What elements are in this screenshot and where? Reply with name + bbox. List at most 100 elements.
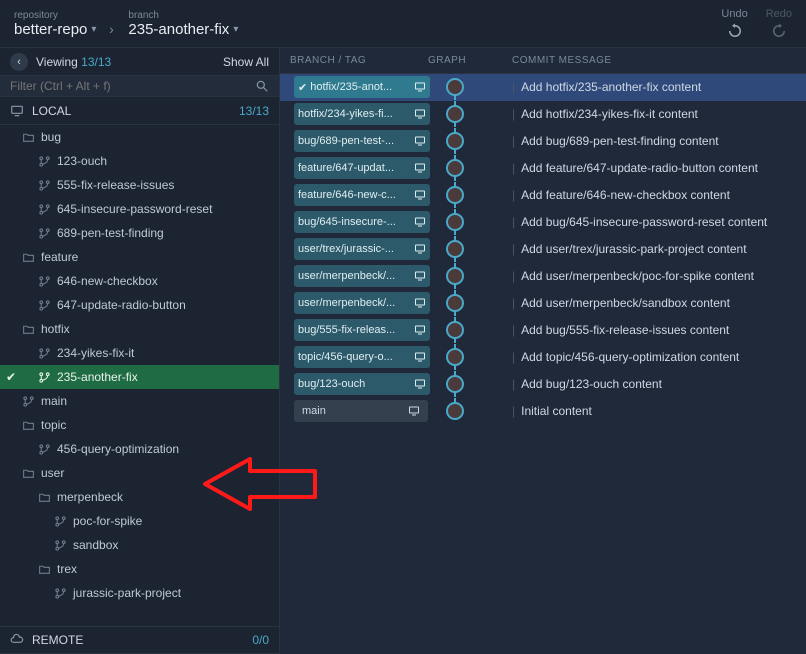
branch-chip[interactable]: user/merpenbeck/... xyxy=(294,292,430,314)
undo-button[interactable]: Undo xyxy=(721,8,747,40)
tree-item-folder[interactable]: feature xyxy=(0,245,279,269)
graph-cell xyxy=(428,74,512,100)
commit-row[interactable]: bug/555-fix-releas... |Add bug/555-fix-re… xyxy=(280,317,806,344)
commit-message: |Initial content xyxy=(512,404,806,418)
branch-chip[interactable]: ✔hotfix/235-anot... xyxy=(294,76,430,98)
commit-row[interactable]: bug/645-insecure-... |Add bug/645-insecur… xyxy=(280,209,806,236)
commit-row[interactable]: feature/647-updat...|Add feature/647-upd… xyxy=(280,155,806,182)
commit-node-icon xyxy=(446,402,464,420)
tree-item-label: merpenbeck xyxy=(57,490,123,504)
graph-cell xyxy=(428,398,512,424)
undo-icon xyxy=(726,22,744,40)
back-button[interactable]: ‹ xyxy=(10,53,28,71)
branch-chip-label: user/merpenbeck/... xyxy=(298,270,410,282)
search-icon[interactable] xyxy=(255,79,269,93)
commit-row[interactable]: topic/456-query-o... |Add topic/456-query… xyxy=(280,344,806,371)
header: repository better-repo▾ › branch 235-ano… xyxy=(0,0,806,48)
monitor-icon xyxy=(408,405,420,417)
commit-message: |Add topic/456-query-optimization conten… xyxy=(512,350,806,364)
commit-row[interactable]: main |Initial content xyxy=(280,398,806,425)
branch-icon xyxy=(38,443,51,456)
branch-chip[interactable]: bug/645-insecure-... xyxy=(294,211,430,233)
commit-row[interactable]: user/merpenbeck/...|Add user/merpenbeck/… xyxy=(280,290,806,317)
monitor-icon xyxy=(10,104,24,118)
commit-row[interactable]: user/merpenbeck/...|Add user/merpenbeck/… xyxy=(280,263,806,290)
tree-item-branch[interactable]: poc-for-spike xyxy=(0,509,279,533)
folder-icon xyxy=(38,563,51,576)
tree-item-label: 646-new-checkbox xyxy=(57,274,158,288)
branch-selector[interactable]: branch 235-another-fix▾ xyxy=(128,10,238,38)
tree-item-branch[interactable]: 555-fix-release-issues xyxy=(0,173,279,197)
graph-cell xyxy=(428,236,512,262)
commit-message: |Add bug/555-fix-release-issues content xyxy=(512,323,806,337)
commit-row[interactable]: user/trex/jurassic-...|Add user/trex/jur… xyxy=(280,236,806,263)
tree-item-branch[interactable]: ✔235-another-fix xyxy=(0,365,279,389)
branch-chip[interactable]: bug/123-ouch xyxy=(294,373,430,395)
tree-item-folder[interactable]: bug xyxy=(0,125,279,149)
tree-item-branch[interactable]: 689-pen-test-finding xyxy=(0,221,279,245)
tree-item-folder[interactable]: trex xyxy=(0,557,279,581)
tree-item-branch[interactable]: 123-ouch xyxy=(0,149,279,173)
branch-icon xyxy=(38,227,51,240)
tree-item-folder[interactable]: topic xyxy=(0,413,279,437)
branch-chip-label: bug/555-fix-releas... xyxy=(298,324,410,336)
tree-item-branch[interactable]: 647-update-radio-button xyxy=(0,293,279,317)
tree-item-label: 234-yikes-fix-it xyxy=(57,346,134,360)
tree-item-branch[interactable]: 234-yikes-fix-it xyxy=(0,341,279,365)
tree-item-branch[interactable]: sandbox xyxy=(0,533,279,557)
tree-item-branch[interactable]: jurassic-park-project xyxy=(0,581,279,605)
local-section-header[interactable]: LOCAL 13/13 xyxy=(0,97,279,125)
commit-row[interactable]: bug/689-pen-test-...|Add bug/689-pen-tes… xyxy=(280,128,806,155)
tree-item-branch[interactable]: main xyxy=(0,389,279,413)
repo-name: better-repo xyxy=(14,21,87,38)
graph-cell xyxy=(428,371,512,397)
branch-chip[interactable]: bug/689-pen-test-... xyxy=(294,130,430,152)
tree-item-folder[interactable]: merpenbeck xyxy=(0,485,279,509)
filter-input[interactable] xyxy=(10,79,255,93)
branch-chip[interactable]: feature/647-updat... xyxy=(294,157,430,179)
commit-message: |Add hotfix/235-another-fix content xyxy=(512,80,806,94)
graph-cell xyxy=(428,128,512,154)
branch-chip[interactable]: hotfix/234-yikes-fi... xyxy=(294,103,430,125)
tree-item-label: poc-for-spike xyxy=(73,514,142,528)
commit-message: |Add hotfix/234-yikes-fix-it content xyxy=(512,107,806,121)
commit-row[interactable]: ✔hotfix/235-anot... |Add hotfix/235-anoth… xyxy=(280,74,806,101)
tree-item-branch[interactable]: 645-insecure-password-reset xyxy=(0,197,279,221)
branch-icon xyxy=(38,347,51,360)
commit-row[interactable]: hotfix/234-yikes-fi... |Add hotfix/234-yi… xyxy=(280,101,806,128)
commit-row[interactable]: feature/646-new-c...|Add feature/646-new… xyxy=(280,182,806,209)
redo-button[interactable]: Redo xyxy=(766,8,792,40)
breadcrumb-chevron-icon: › xyxy=(104,21,118,37)
branch-name: 235-another-fix xyxy=(128,21,229,38)
branch-icon xyxy=(54,539,67,552)
commit-row[interactable]: bug/123-ouch|Add bug/123-ouch content xyxy=(280,371,806,398)
branch-chip[interactable]: topic/456-query-o... xyxy=(294,346,430,368)
tree-item-label: trex xyxy=(57,562,77,576)
tree-item-branch[interactable]: 646-new-checkbox xyxy=(0,269,279,293)
folder-icon xyxy=(22,323,35,336)
tree-item-folder[interactable]: hotfix xyxy=(0,317,279,341)
branch-tree: bug123-ouch555-fix-release-issues645-ins… xyxy=(0,125,279,626)
tree-item-label: 689-pen-test-finding xyxy=(57,226,164,240)
col-branch-header: BRANCH / TAG xyxy=(280,55,428,66)
tree-item-label: sandbox xyxy=(73,538,118,552)
show-all-button[interactable]: Show All xyxy=(223,55,269,69)
remote-section-header[interactable]: REMOTE 0/0 xyxy=(0,626,279,654)
monitor-icon xyxy=(414,351,426,363)
branch-chip[interactable]: user/merpenbeck/... xyxy=(294,265,430,287)
branch-chip[interactable]: bug/555-fix-releas... xyxy=(294,319,430,341)
branch-label: branch xyxy=(128,10,238,21)
repo-selector[interactable]: repository better-repo▾ xyxy=(14,10,96,38)
branch-chip-label: feature/646-new-c... xyxy=(298,189,410,201)
monitor-icon xyxy=(414,108,426,120)
branch-icon xyxy=(38,275,51,288)
monitor-icon xyxy=(414,189,426,201)
branch-chip[interactable]: feature/646-new-c... xyxy=(294,184,430,206)
commit-node-icon xyxy=(446,321,464,339)
branch-chip[interactable]: user/trex/jurassic-... xyxy=(294,238,430,260)
tree-item-folder[interactable]: user xyxy=(0,461,279,485)
branch-chip[interactable]: main xyxy=(294,400,428,422)
commit-table-header: BRANCH / TAG GRAPH COMMIT MESSAGE xyxy=(280,48,806,74)
commit-message: |Add bug/645-insecure-password-reset con… xyxy=(512,215,806,229)
tree-item-branch[interactable]: 456-query-optimization xyxy=(0,437,279,461)
